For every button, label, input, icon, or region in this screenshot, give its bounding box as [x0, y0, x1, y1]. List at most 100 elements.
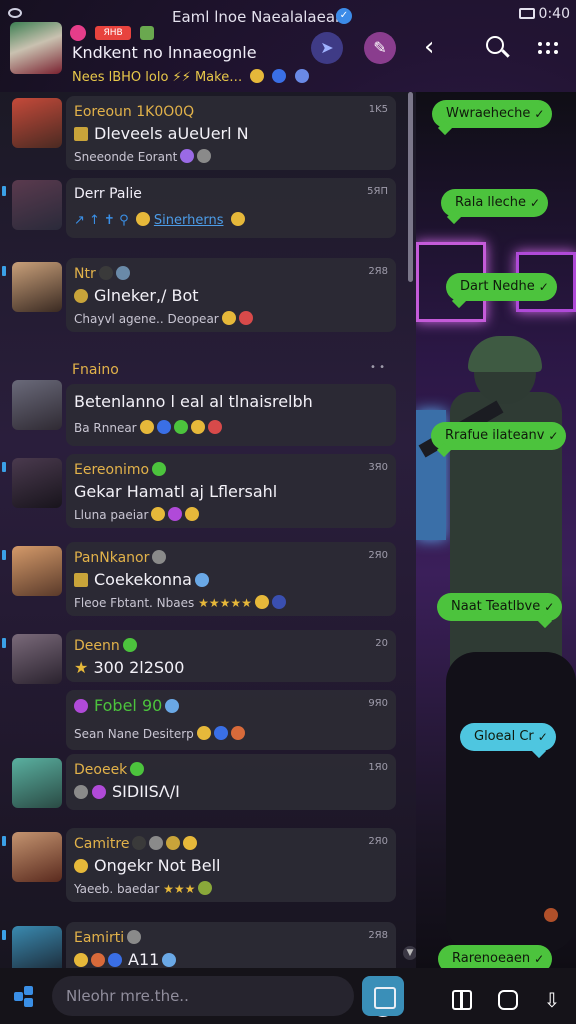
pin-icon: [2, 550, 6, 560]
avatar[interactable]: [12, 380, 62, 430]
emoji-icon: [190, 420, 205, 434]
avatar[interactable]: [12, 926, 62, 968]
tag-chip[interactable]: Naat Teatlbve ✓: [437, 593, 563, 621]
chat-bubble[interactable]: Deenn 20 ★ 300 2l2S00: [66, 630, 396, 682]
avatar[interactable]: [12, 758, 62, 808]
chat-bubble[interactable]: Ntr 2Я8 Glneker,/ Bot Chayvl agene.. Deo…: [66, 258, 396, 332]
chat-message: Ongekr Not Bell: [74, 856, 221, 875]
emoji-icon: [115, 266, 130, 280]
chat-bubble[interactable]: Eereonimo 3Я0 Gekar Hamatl aj Lflersahl …: [66, 454, 396, 528]
list-item[interactable]: Camitre 2Я0 Ongekr Not Bell Yaeeb. baeda…: [0, 828, 400, 908]
chat-message-text: 300 2l2S00: [93, 658, 185, 677]
chat-preview-text: Ba Rnnear: [74, 421, 137, 435]
chat-time: 2Я8: [368, 930, 388, 941]
search-icon[interactable]: [484, 34, 512, 62]
list-item[interactable]: Derr Palie 5ЯΠ ↗ ↑ ✝ ⚲ Sinerherns: [0, 178, 400, 258]
message-input[interactable]: Nleohr mre.the..: [52, 976, 396, 1017]
pen-button[interactable]: ✎: [364, 32, 396, 64]
chevron-down-icon: ✓: [548, 429, 559, 443]
pin-icon: [2, 638, 6, 648]
list-item[interactable]: Eamirti 2Я8 A11: [0, 922, 400, 968]
download-icon[interactable]: ⇩: [542, 990, 562, 1010]
chat-bubble[interactable]: Fobel 90 9Я0 Sean Nane Desiterp: [66, 690, 396, 750]
chat-bubble[interactable]: Eamirti 2Я8 A11: [66, 922, 396, 968]
chat-name-text: Camitre: [74, 836, 130, 852]
chat-link[interactable]: Sinerherns: [154, 213, 224, 228]
chat-bubble[interactable]: Eoreoun 1K0O0Q 1K5 Dleveels aUeUerl N Sn…: [66, 96, 396, 170]
chat-message-text: SIDIISΛ/I: [112, 782, 180, 801]
avatar[interactable]: [12, 458, 62, 508]
avatar[interactable]: [12, 634, 62, 684]
inbox-icon[interactable]: [498, 990, 518, 1010]
list-item[interactable]: Deoeek 1Я0 SIDIISΛ/I: [0, 754, 400, 834]
tag-chip[interactable]: Wwraeheche ✓: [432, 100, 553, 128]
chat-bubble[interactable]: Camitre 2Я0 Ongekr Not Bell Yaeeb. baeda…: [66, 828, 396, 902]
chat-message: Coekekonna: [74, 570, 209, 589]
chevron-down-icon[interactable]: ▼: [403, 946, 417, 960]
emoji-icon: [74, 953, 88, 967]
tag-chip[interactable]: Dart Nedhe ✓: [446, 273, 557, 301]
pin-icon: [2, 930, 6, 940]
chat-name: PanNkanor: [74, 550, 167, 566]
emoji-icon: [194, 573, 209, 587]
chat-bubble[interactable]: PanNkanor 2Я0 Coekekonna Fleoe Fbtant. N…: [66, 542, 396, 616]
compose-button[interactable]: ➤: [311, 32, 343, 64]
emoji-icon: [196, 726, 211, 740]
avatar[interactable]: [12, 98, 62, 148]
chat-name: Derr Palie: [74, 186, 142, 202]
chat-name-text: Deoeek: [74, 762, 128, 778]
chat-preview-text: Yaeeb. baedar: [74, 882, 160, 896]
back-arrow-icon[interactable]: ‹: [424, 34, 452, 62]
chat-message: Gekar Hamatl aj Lflersahl: [74, 482, 278, 501]
chat-name: Eamirti: [74, 930, 142, 946]
tag-chip[interactable]: Gloeal Cr ✓: [460, 723, 556, 751]
emoji-icon: [139, 420, 154, 434]
avatar[interactable]: [12, 180, 62, 230]
emoji-icon: [135, 212, 150, 226]
emoji-icon: [166, 836, 181, 850]
more-icon[interactable]: [538, 38, 558, 58]
emoji-icon: [230, 212, 245, 226]
emoji-icon: [197, 149, 212, 163]
star-icon: ★: [74, 658, 94, 677]
tag-chip[interactable]: Rala lleche ✓: [441, 189, 549, 217]
chat-time: 1Я0: [368, 762, 388, 773]
bottom-bar: Nleohr mre.the.. ⇩: [0, 968, 576, 1024]
emoji-icon: [152, 550, 167, 564]
avatar[interactable]: [10, 22, 62, 74]
stars-icon: ★★★★★: [194, 596, 252, 610]
header-subtitle-text: Nees lBHO lolo ⚡⚡ Make…: [72, 70, 243, 85]
list-item[interactable]: Eereonimo 3Я0 Gekar Hamatl aj Lflersahl …: [0, 454, 400, 534]
avatar[interactable]: [12, 832, 62, 882]
chat-bubble[interactable]: Deoeek 1Я0 SIDIISΛ/I: [66, 754, 396, 810]
list-item[interactable]: Ntr 2Я8 Glneker,/ Bot Chayvl agene.. Deo…: [0, 258, 400, 338]
pink-badge-icon: [70, 24, 86, 41]
badge-icon: [74, 289, 88, 303]
emoji-icon: [152, 462, 167, 476]
chat-bubble[interactable]: Betenlanno l eal al tlnaisrelbh Ba Rnnea…: [66, 384, 396, 446]
chat-time: 2Я0: [368, 550, 388, 561]
scrollbar[interactable]: [408, 92, 413, 282]
emoji-icon: [74, 699, 88, 713]
list-item[interactable]: Fnaino • • Betenlanno l eal al tlnaisrel…: [0, 356, 400, 446]
chat-bubble[interactable]: Derr Palie 5ЯΠ ↗ ↑ ✝ ⚲ Sinerherns: [66, 178, 396, 238]
grid-icon[interactable]: [452, 990, 472, 1010]
chat-name: Deoeek: [74, 762, 145, 778]
list-item[interactable]: Eoreoun 1K0O0Q 1K5 Dleveels aUeUerl N Sn…: [0, 96, 400, 176]
avatar[interactable]: [12, 546, 62, 596]
pin-icon: [2, 836, 6, 846]
list-item[interactable]: PanNkanor 2Я0 Coekekonna Fleoe Fbtant. N…: [0, 542, 400, 622]
apps-icon[interactable]: [14, 986, 36, 1008]
header-subtitle: Nees lBHO lolo ⚡⚡ Make…: [72, 69, 309, 85]
attach-button[interactable]: [362, 976, 404, 1016]
chat-name-text: Eereonimo: [74, 462, 150, 478]
tag-chip[interactable]: Rrafue ilateanv ✓: [431, 422, 567, 450]
emoji-icon: [207, 420, 222, 434]
avatar[interactable]: [12, 262, 62, 312]
emoji-icon: [127, 930, 142, 944]
input-placeholder: Nleohr mre.the..: [66, 987, 189, 1005]
chat-name-text: Eamirti: [74, 930, 125, 946]
emoji-icon: [238, 311, 253, 325]
chat-name: Eoreoun 1K0O0Q: [74, 104, 195, 120]
header-badges: ЯНВ: [70, 22, 158, 41]
